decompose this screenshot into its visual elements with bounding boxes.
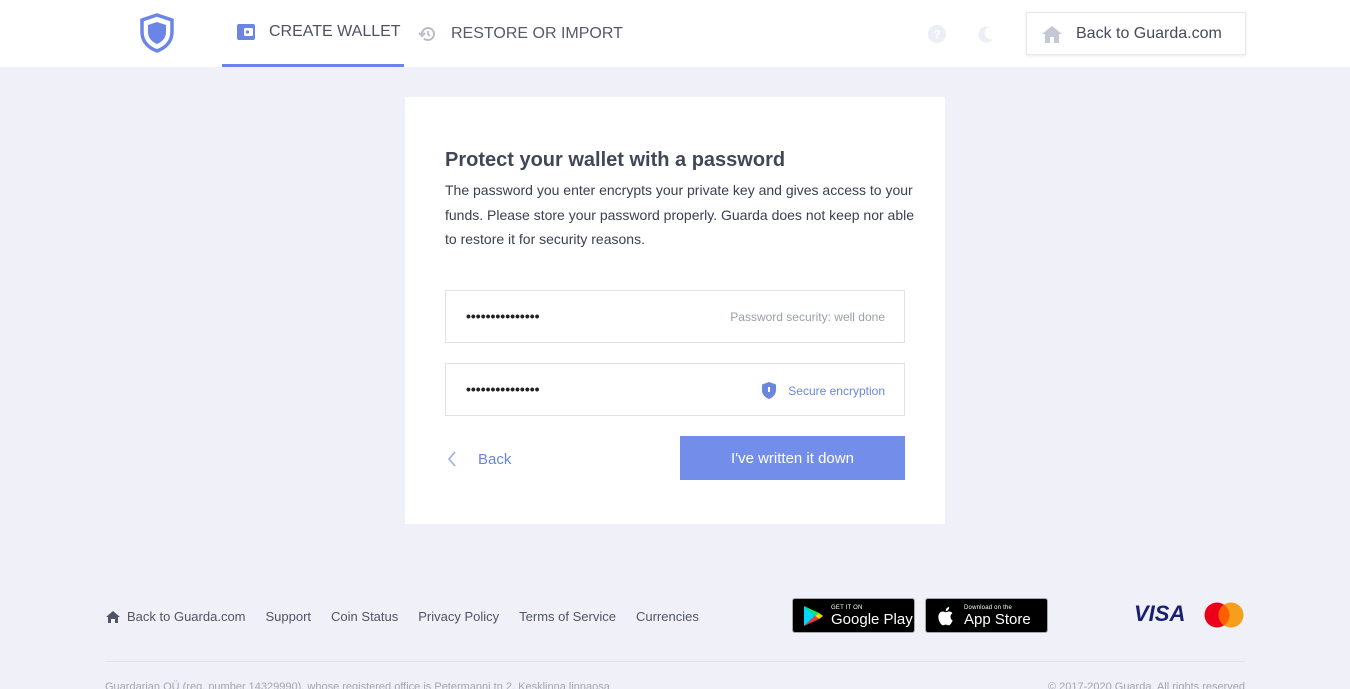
tab-create-wallet-label: CREATE WALLET — [269, 23, 401, 40]
footer-link-back-to-guarda[interactable]: Back to Guarda.com — [105, 609, 246, 624]
password-input[interactable]: ••••••••••••••• Password security: well … — [445, 290, 905, 343]
confirm-password-value: ••••••••••••••• — [466, 381, 540, 397]
shield-icon[interactable] — [139, 13, 175, 53]
shield-icon — [762, 382, 777, 399]
password-card: Protect your wallet with a password The … — [405, 97, 945, 524]
app-store-small-text: Download on the — [964, 604, 1013, 611]
secure-encryption-hint: Secure encryption — [760, 381, 885, 400]
footer-nav: Back to Guarda.com Support Coin Status P… — [105, 609, 719, 624]
tab-restore-or-import[interactable]: RESTORE OR IMPORT — [418, 0, 623, 67]
google-play-big-text: Google Play — [831, 610, 913, 628]
footer-link-support[interactable]: Support — [266, 609, 312, 624]
description-text: The password you enter encrypts your pri… — [445, 182, 915, 247]
legal-text: Guardarian OÜ (reg. number 14329990), wh… — [105, 681, 610, 689]
back-to-guarda-button[interactable]: Back to Guarda.com — [1026, 12, 1246, 55]
home-icon — [106, 610, 120, 623]
footer-link-label: Back to Guarda.com — [127, 609, 246, 624]
google-play-icon — [804, 605, 823, 626]
page-title: Protect your wallet with a password — [445, 149, 786, 171]
home-icon — [1042, 25, 1062, 43]
back-label: Back — [478, 450, 512, 468]
footer-divider — [105, 661, 1245, 662]
footer-link-privacy-policy[interactable]: Privacy Policy — [418, 609, 499, 624]
back-to-guarda-label: Back to Guarda.com — [1076, 24, 1222, 42]
app-store-badge[interactable]: Download on the App Store — [925, 598, 1048, 633]
apple-icon — [938, 606, 953, 625]
wallet-icon — [236, 22, 256, 42]
tab-restore-label: RESTORE OR IMPORT — [451, 24, 623, 42]
confirm-password-input[interactable]: ••••••••••••••• Secure encryption — [445, 363, 905, 416]
google-play-small-text: GET IT ON — [831, 604, 863, 611]
top-header: CREATE WALLET RESTORE OR IMPORT ? Back t… — [0, 0, 1350, 67]
footer-link-coin-status[interactable]: Coin Status — [331, 609, 398, 624]
password-strength-hint: Password security: well done — [730, 310, 885, 324]
footer-link-currencies[interactable]: Currencies — [636, 609, 699, 624]
back-button[interactable]: Back — [445, 448, 511, 470]
chevron-left-icon — [447, 451, 456, 467]
mastercard-logo — [1204, 602, 1244, 628]
visa-logo: VISA — [1134, 601, 1186, 626]
moon-icon[interactable] — [976, 24, 996, 44]
restore-icon — [418, 24, 438, 44]
secure-encryption-label: Secure encryption — [788, 383, 885, 398]
footer-link-terms-of-service[interactable]: Terms of Service — [519, 609, 616, 624]
svg-text:?: ? — [933, 28, 940, 42]
password-value: ••••••••••••••• — [466, 308, 540, 324]
question-icon[interactable]: ? — [927, 24, 947, 44]
written-it-down-button[interactable]: I've written it down — [680, 436, 905, 480]
copyright-text: © 2017-2020 Guarda. All rights reserved — [1047, 681, 1245, 689]
google-play-badge[interactable]: GET IT ON Google Play — [792, 598, 915, 633]
tab-create-wallet[interactable]: CREATE WALLET — [222, 0, 404, 67]
app-store-big-text: App Store — [964, 610, 1031, 628]
